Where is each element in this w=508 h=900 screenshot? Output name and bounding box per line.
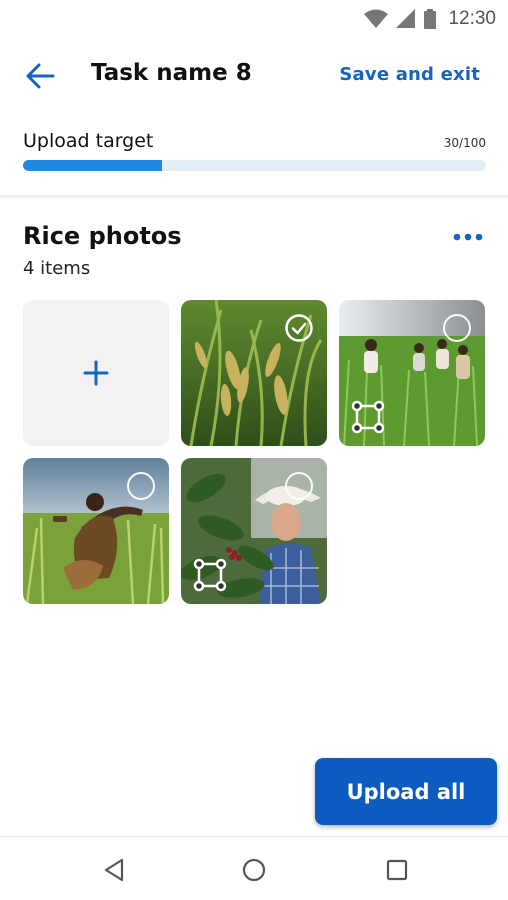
select-circle-icon[interactable]: [127, 472, 155, 500]
recents-square-icon: [386, 859, 408, 881]
battery-icon: [424, 9, 437, 29]
selected-check-icon: [285, 314, 313, 342]
select-circle-icon[interactable]: [443, 314, 471, 342]
bounding-box-icon: [193, 558, 227, 592]
arrow-left-icon: [26, 63, 55, 89]
signal-icon: [396, 9, 416, 28]
upload-target-label: Upload target: [23, 130, 154, 152]
section-item-count: 4 items: [23, 258, 91, 279]
more-horizontal-icon: [453, 233, 483, 241]
page-title: Task name 8: [91, 60, 252, 86]
nav-back-button[interactable]: [98, 855, 130, 885]
select-circle-icon[interactable]: [285, 472, 313, 500]
bounding-box-icon: [351, 400, 385, 434]
photo-tile[interactable]: [181, 300, 327, 446]
upload-progress-bar: [23, 160, 486, 171]
upload-target-count: 30/100: [443, 136, 486, 150]
status-bar: 12:30: [0, 0, 508, 38]
app-bar: Task name 8 Save and exit: [0, 38, 508, 114]
home-circle-icon: [242, 858, 266, 882]
status-time: 12:30: [448, 8, 496, 29]
photo-tile[interactable]: [339, 300, 485, 446]
photo-tile[interactable]: [181, 458, 327, 604]
plus-icon: [83, 360, 109, 386]
photo-tile[interactable]: [23, 458, 169, 604]
upload-all-button[interactable]: Upload all: [315, 758, 497, 825]
nav-home-button[interactable]: [238, 855, 270, 885]
system-nav-bar: [0, 836, 508, 900]
back-button[interactable]: [20, 58, 60, 94]
save-and-exit-button[interactable]: Save and exit: [339, 64, 480, 85]
section-title: Rice photos: [23, 222, 182, 250]
nav-recents-button[interactable]: [381, 855, 413, 885]
back-triangle-icon: [104, 858, 124, 882]
more-options-button[interactable]: [452, 228, 484, 246]
upload-progress-fill: [23, 160, 162, 171]
upload-target: Upload target 30/100: [23, 130, 486, 171]
divider: [0, 195, 508, 198]
add-photo-tile[interactable]: [23, 300, 169, 446]
wifi-icon: [364, 9, 389, 28]
